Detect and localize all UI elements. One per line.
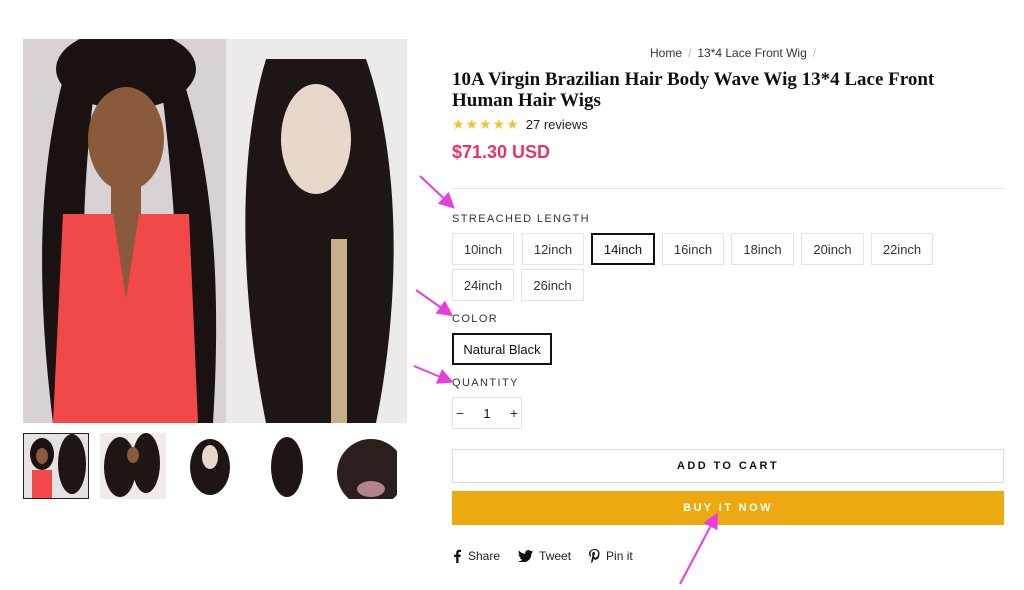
quantity-input[interactable]: 1	[467, 406, 507, 421]
length-option-label: 12inch	[533, 241, 573, 257]
facebook-icon	[454, 549, 461, 563]
thumbnail-5[interactable]	[331, 433, 397, 499]
length-option-label: 26inch	[533, 277, 572, 293]
length-option-label: 10inch	[463, 241, 503, 257]
share-facebook-link[interactable]: Share	[452, 549, 500, 563]
annotation-arrow-quantity	[413, 365, 454, 384]
model-photo	[23, 39, 226, 423]
thumbnail-1[interactable]	[23, 433, 89, 499]
quantity-stepper: − 1 +	[452, 397, 522, 429]
thumbnail-4[interactable]	[254, 433, 320, 499]
breadcrumb: Home / 13*4 Lace Front Wig /	[650, 46, 822, 60]
star-rating-icon: ★★★★★	[452, 116, 520, 132]
length-option-18inch[interactable]: 18inch	[731, 233, 794, 265]
length-option-20inch[interactable]: 20inch	[801, 233, 864, 265]
product-main-image[interactable]	[23, 39, 407, 423]
quantity-increase-button[interactable]: +	[507, 405, 521, 421]
length-option-16inch[interactable]: 16inch	[662, 233, 724, 265]
length-option-label: 24inch	[463, 277, 503, 293]
length-option-22inch[interactable]: 22inch	[871, 233, 933, 265]
annotation-arrow-length	[419, 175, 455, 209]
tweet-label: Tweet	[539, 549, 572, 563]
share-label: Share	[468, 549, 501, 563]
divider	[452, 188, 1004, 189]
share-twitter-link[interactable]: Tweet	[518, 549, 571, 563]
pin-label: Pin it	[606, 549, 633, 563]
breadcrumb-separator: /	[812, 46, 817, 60]
reviews-count[interactable]: 27 reviews	[526, 117, 588, 132]
breadcrumb-home[interactable]: Home	[650, 46, 682, 60]
product-price: $71.30 USD	[452, 142, 551, 162]
pinterest-icon	[589, 549, 600, 563]
wig-on-stand-photo	[226, 39, 407, 423]
length-option-24inch[interactable]: 24inch	[452, 269, 514, 301]
length-option-label: 16inch	[673, 241, 713, 257]
color-label: COLOR	[452, 313, 499, 325]
share-pinterest-link[interactable]: Pin it	[589, 549, 633, 563]
length-option-label: 18inch	[743, 241, 782, 257]
length-option-label: 20inch	[813, 241, 852, 257]
annotation-arrow-buy-now	[679, 512, 718, 585]
annotation-arrow-color	[415, 289, 454, 317]
thumbnail-strip	[23, 433, 407, 501]
share-row: Share Tweet Pin it	[452, 549, 651, 563]
thumbnail-3[interactable]	[177, 433, 243, 499]
length-option-26inch[interactable]: 26inch	[521, 269, 584, 301]
length-option-10inch[interactable]: 10inch	[452, 233, 514, 265]
add-to-cart-button[interactable]: ADD TO CART	[452, 449, 1004, 483]
thumbnail-2[interactable]	[100, 433, 166, 499]
length-option-label: 22inch	[882, 241, 922, 257]
length-option-label: 14inch	[603, 241, 643, 257]
quantity-decrease-button[interactable]: −	[453, 405, 467, 421]
twitter-icon	[518, 550, 534, 562]
breadcrumb-current[interactable]: 13*4 Lace Front Wig	[697, 46, 806, 60]
color-option-label: Natural Black	[463, 341, 541, 357]
breadcrumb-separator: /	[688, 46, 692, 60]
color-option-natural-black[interactable]: Natural Black	[452, 333, 552, 365]
length-label: STREACHED LENGTH	[452, 213, 590, 225]
buy-it-now-button[interactable]: BUY IT NOW	[452, 491, 1004, 525]
quantity-label: QUANTITY	[452, 377, 519, 389]
length-option-14inch[interactable]: 14inch	[591, 233, 655, 265]
product-rating[interactable]: ★★★★★ 27 reviews	[452, 116, 588, 133]
length-option-12inch[interactable]: 12inch	[522, 233, 584, 265]
product-title: 10A Virgin Brazilian Hair Body Wave Wig …	[452, 69, 935, 111]
